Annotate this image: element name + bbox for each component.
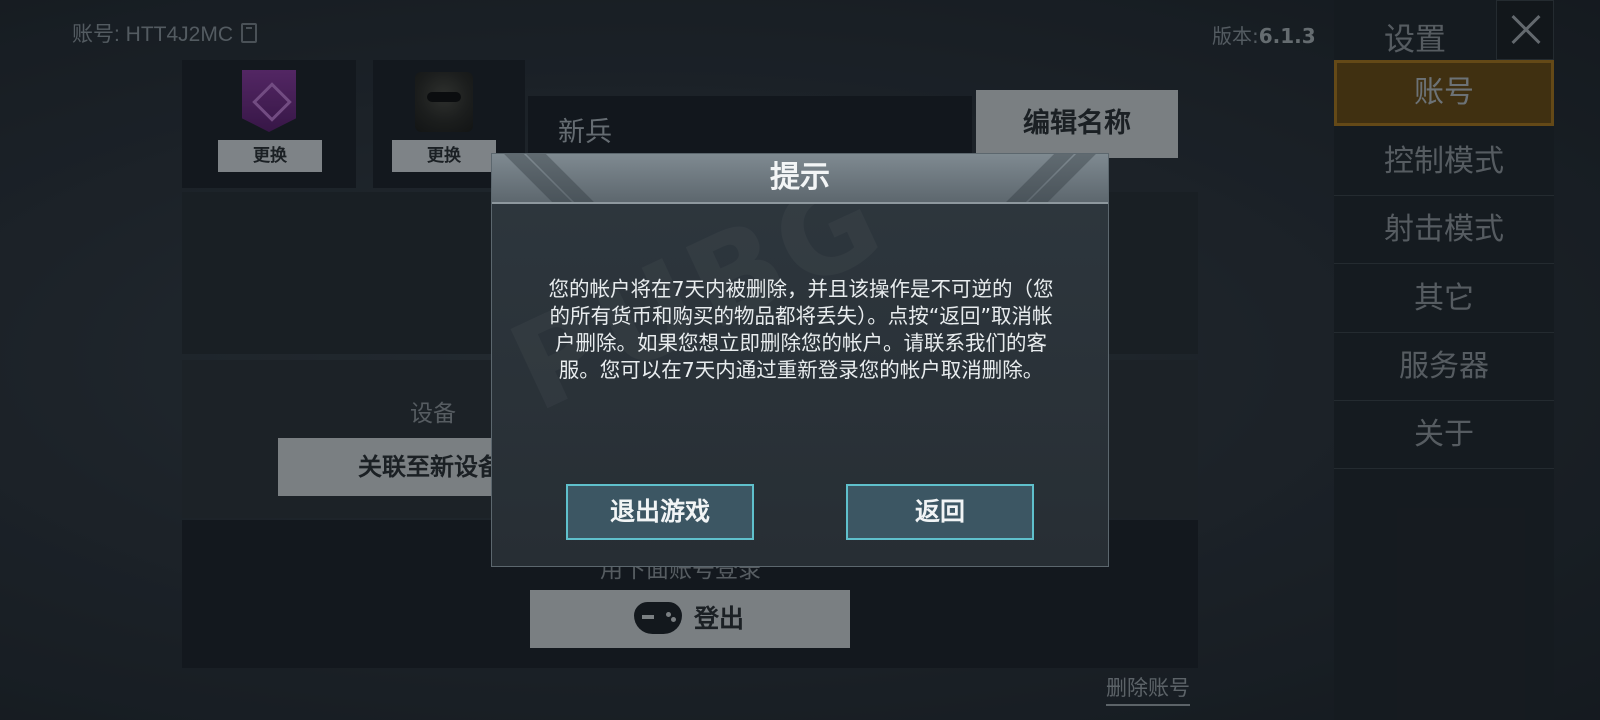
dialog-header: 提示 <box>492 154 1108 204</box>
back-button[interactable]: 返回 <box>846 484 1034 540</box>
dialog-message: 您的帐户将在7天内被删除，并且该操作是不可逆的（您的所有货币和购买的物品都将丢失… <box>548 277 1054 382</box>
dialog-title: 提示 <box>770 160 830 195</box>
delete-account-dialog: PUBG 提示 您的帐户将在7天内被删除，并且该操作是不可逆的（您的所有货币和购… <box>491 153 1109 567</box>
exit-game-button[interactable]: 退出游戏 <box>566 484 754 540</box>
